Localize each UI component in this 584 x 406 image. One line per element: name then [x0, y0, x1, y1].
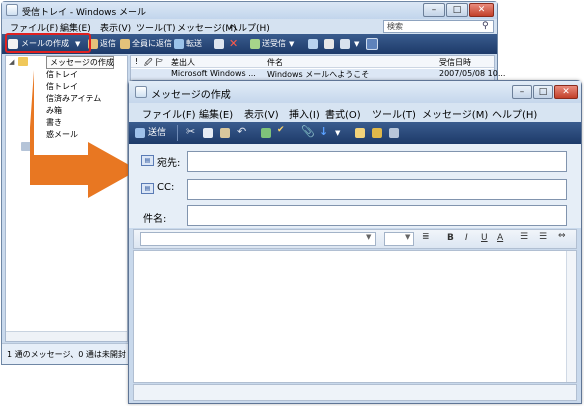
undo-icon[interactable]: ↶ [237, 125, 246, 138]
cc-field[interactable] [187, 179, 567, 200]
expand-icon[interactable]: ◢ [9, 58, 14, 66]
column-subject[interactable]: 件名 [267, 57, 283, 68]
font-color-button[interactable]: A [497, 233, 503, 243]
send-receive-dropdown-icon[interactable]: ▼ [289, 36, 294, 52]
send-icon [135, 128, 145, 138]
cc-address-icon[interactable]: ▤ [141, 183, 154, 194]
toolbar-divider [177, 125, 178, 141]
new-message-icon [135, 86, 147, 98]
address-book-icon[interactable] [261, 128, 271, 138]
menu-help[interactable]: ヘルプ(H) [229, 21, 270, 34]
compose-menu-insert[interactable]: 挿入(I) [289, 106, 320, 121]
to-field[interactable] [187, 151, 567, 172]
font-size-dropdown-icon[interactable]: ▼ [405, 233, 410, 241]
compose-menu-format[interactable]: 書式(O) [325, 106, 361, 121]
compose-toolbar: 送信 ✂ ↶ ✔ 📎 ↓ ▼ [129, 122, 581, 144]
priority-dropdown-icon[interactable]: ▼ [335, 125, 340, 141]
compose-menu-help[interactable]: ヘルプ(H) [492, 106, 537, 121]
to-address-icon[interactable]: ▤ [141, 155, 154, 166]
encrypt-icon[interactable] [372, 128, 382, 138]
priority-icon[interactable]: ↓ [319, 125, 328, 138]
body-scrollbar[interactable] [566, 251, 576, 382]
compose-tooltip: メッセージの作成 [46, 56, 114, 69]
italic-button[interactable]: I [465, 233, 468, 243]
folder-icon[interactable] [340, 39, 350, 49]
column-from[interactable]: 差出人 [171, 57, 195, 68]
compose-title-bar: メッセージの作成 – □ ✕ [129, 81, 581, 103]
more-options-icon[interactable]: ⇔ [558, 231, 566, 241]
status-text: 1 通のメッセージ、0 通は未開封 [7, 350, 126, 359]
compose-highlight-box [5, 33, 91, 53]
reply-all-label: 全員に返信 [132, 39, 172, 48]
compose-menu-bar: ファイル(F) 編集(E) 表示(V) 挿入(I) 書式(O) ツール(T) メ… [129, 103, 581, 122]
to-label: 宛先: [157, 158, 181, 169]
spellcheck-icon[interactable]: ✔ [277, 125, 285, 135]
calendar-icon[interactable] [324, 39, 334, 49]
tree-scrollbar[interactable] [6, 331, 127, 341]
table-row[interactable]: Microsoft Windows ... Windows メールへようこそ 2… [131, 69, 505, 80]
title-bar: 受信トレイ - Windows メール – □ ✕ [2, 2, 497, 19]
menu-tools[interactable]: ツール(T) [136, 21, 176, 34]
message-body[interactable] [133, 250, 577, 383]
paragraph-style-icon[interactable]: ≣ [422, 232, 430, 242]
local-folder-icon [18, 57, 28, 66]
sign-icon[interactable] [355, 128, 365, 138]
orange-arrow [30, 70, 138, 198]
layout-dropdown-icon[interactable]: ▼ [354, 36, 359, 52]
compose-menu-tools[interactable]: ツール(T) [372, 106, 416, 121]
delete-icon[interactable]: ✕ [229, 37, 238, 50]
search-input[interactable]: 検索 [383, 20, 494, 33]
menu-message[interactable]: メッセージ(M) [177, 21, 237, 34]
attach-icon[interactable]: 📎 [301, 125, 315, 138]
contacts-icon[interactable] [308, 39, 318, 49]
compose-close-button[interactable]: ✕ [554, 85, 578, 99]
font-name-select[interactable] [140, 232, 376, 246]
send-receive-icon [250, 39, 260, 49]
message-subject: Windows メールへようこそ [267, 70, 370, 79]
reply-label: 返信 [100, 39, 116, 48]
compose-minimize-button[interactable]: – [512, 85, 532, 99]
bold-button[interactable]: B [447, 233, 454, 243]
minimize-button[interactable]: – [423, 3, 445, 17]
compose-menu-file[interactable]: ファイル(F) [142, 106, 196, 121]
send-label: 送信 [148, 128, 167, 138]
forward-icon [174, 39, 184, 49]
format-bar: ▼ ▼ ≣ B I U A ☰ ☰ ⇔ [133, 229, 577, 249]
message-date: 2007/05/08 10... [439, 69, 506, 78]
compose-menu-view[interactable]: 表示(V) [244, 106, 279, 121]
maximize-button[interactable]: □ [446, 3, 468, 17]
compose-maximize-button[interactable]: □ [533, 85, 553, 99]
close-button[interactable]: ✕ [469, 3, 494, 17]
subject-field[interactable] [187, 205, 567, 226]
window-title: 受信トレイ - Windows メール [22, 8, 147, 18]
cc-label: CC: [157, 182, 175, 193]
inbox-icon [6, 4, 18, 16]
compose-title: メッセージの作成 [151, 90, 231, 101]
copy-icon[interactable] [203, 128, 213, 138]
compose-menu-edit[interactable]: 編集(E) [199, 106, 233, 121]
paste-icon[interactable] [220, 128, 230, 138]
layout-icon[interactable] [366, 38, 378, 50]
menu-view[interactable]: 表示(V) [100, 21, 131, 34]
compose-menu-message[interactable]: メッセージ(M) [422, 106, 488, 121]
numbered-list-icon[interactable]: ☰ [520, 232, 528, 242]
subject-label: 件名: [143, 214, 167, 225]
cut-icon[interactable]: ✂ [186, 125, 195, 138]
font-name-dropdown-icon[interactable]: ▼ [366, 233, 371, 241]
column-date[interactable]: 受信日時 [439, 57, 471, 68]
message-header-fields: ▤ 宛先: ▤ CC: 件名: [129, 144, 581, 228]
search-icon[interactable]: ⚲ [482, 21, 489, 31]
forward-label: 転送 [186, 39, 202, 48]
send-receive-label: 送受信 [262, 39, 286, 48]
reply-all-icon [120, 39, 130, 49]
print-icon[interactable] [214, 39, 224, 49]
compose-status-bar [133, 384, 577, 401]
message-from: Microsoft Windows ... [171, 69, 256, 78]
underline-button[interactable]: U [481, 233, 488, 243]
column-header-row: ! 🖉 🏱 差出人 件名 受信日時 [131, 56, 494, 68]
bullet-list-icon[interactable]: ☰ [539, 232, 547, 242]
offline-icon[interactable] [389, 128, 399, 138]
compose-window: メッセージの作成 – □ ✕ ファイル(F) 編集(E) 表示(V) 挿入(I)… [128, 80, 582, 404]
column-priority[interactable]: ! [135, 57, 138, 66]
